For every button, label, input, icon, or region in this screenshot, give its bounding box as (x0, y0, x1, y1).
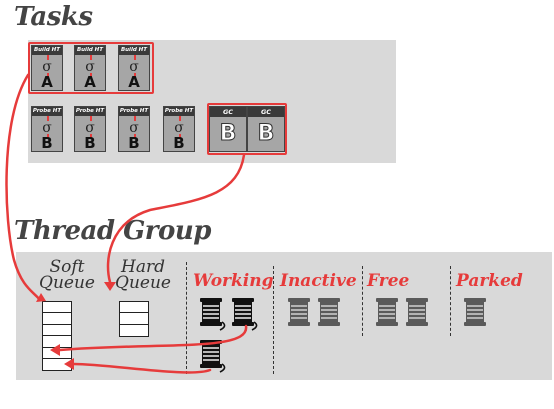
gc-to-hard-queue-arrow (106, 153, 246, 284)
working-bottom-to-soft-queue-arrow (72, 362, 212, 374)
arrowhead (104, 282, 116, 291)
inactive-thread-icon (287, 297, 311, 327)
build-to-soft-queue-arrow (5, 73, 42, 302)
free-thread-icon (405, 297, 429, 327)
arrowhead (50, 344, 60, 356)
working-thread-icon (199, 297, 226, 331)
inactive-thread-icon (317, 297, 341, 327)
working-thread-icon (231, 297, 258, 331)
arrowhead (64, 358, 74, 370)
free-thread-icon (375, 297, 399, 327)
parked-thread-icon (463, 297, 487, 327)
thread-icons (5, 73, 487, 374)
